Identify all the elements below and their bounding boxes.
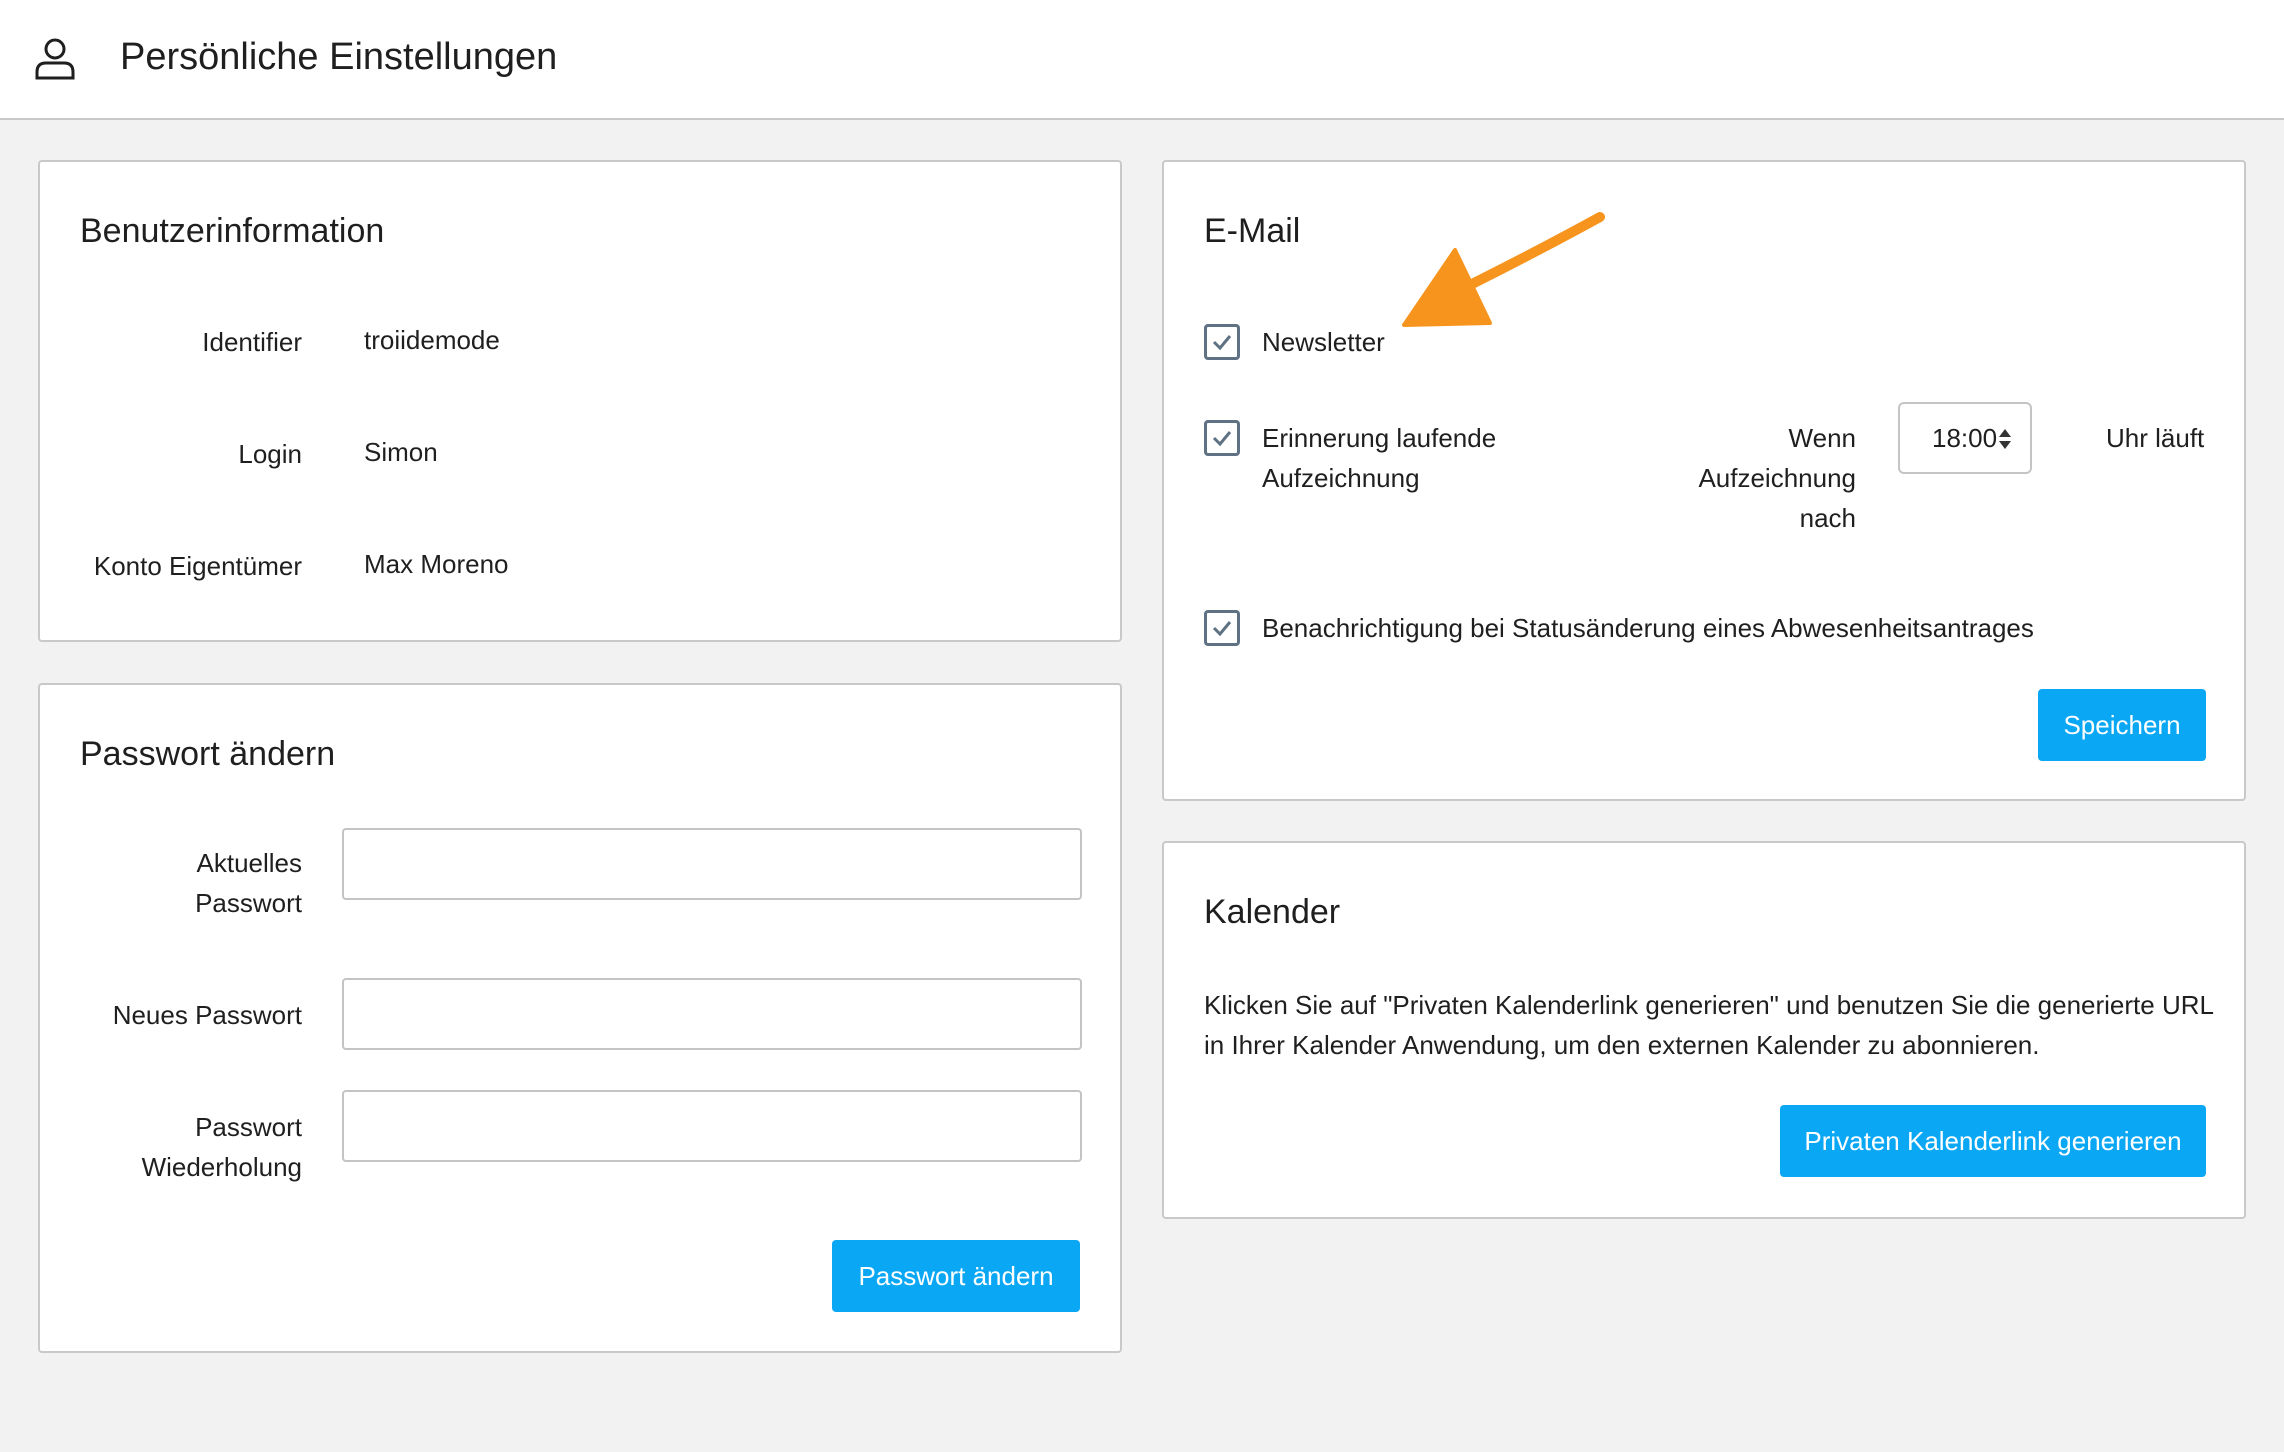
reminder-label-line1: Erinnerung laufende: [1262, 423, 1497, 453]
user-icon: [35, 38, 75, 80]
current-password-label: Aktuelles Passwort: [40, 843, 302, 923]
current-password-input[interactable]: [342, 828, 1082, 900]
calendar-description-line1: Klicken Sie auf "Privaten Kalenderlink g…: [1204, 990, 2214, 1020]
page-header: Persönliche Einstellungen: [0, 0, 2284, 120]
password-title: Passwort ändern: [80, 735, 336, 773]
reminder-when-line2: Aufzeichnung: [1698, 463, 1856, 493]
email-title: E-Mail: [1204, 212, 1301, 250]
calendar-title: Kalender: [1204, 893, 1341, 931]
password-card: Passwort ändern Aktuelles Passwort Neues…: [38, 683, 1122, 1353]
reminder-suffix: Uhr läuft: [2106, 423, 2205, 453]
new-password-input[interactable]: [342, 978, 1082, 1050]
reminder-checkbox[interactable]: [1204, 420, 1240, 456]
reminder-when-line1: Wenn: [1788, 423, 1856, 453]
reminder-label: Erinnerung laufende Aufzeichnung: [1262, 418, 1496, 498]
reminder-when-line3: nach: [1799, 503, 1856, 533]
calendar-description: Klicken Sie auf "Privaten Kalenderlink g…: [1204, 985, 2214, 1065]
page-title: Persönliche Einstellungen: [120, 36, 558, 78]
annotation-arrow-icon: [1402, 212, 1605, 327]
calendar-description-line2: in Ihrer Kalender Anwendung, um den exte…: [1204, 1030, 2040, 1060]
login-value: Simon: [364, 437, 438, 467]
newsletter-checkbox[interactable]: [1204, 324, 1240, 360]
generate-calendar-link-button[interactable]: Privaten Kalenderlink generieren: [1780, 1105, 2206, 1177]
repeat-password-label-line2: Wiederholung: [141, 1152, 302, 1182]
save-button[interactable]: Speichern: [2038, 689, 2206, 761]
select-arrows-icon: [1999, 429, 2011, 449]
reminder-time-value: 18:00: [1932, 423, 1998, 453]
repeat-password-label: Passwort Wiederholung: [40, 1107, 302, 1187]
email-card: E-Mail Newsletter Erinnerung laufende Au…: [1162, 160, 2246, 801]
repeat-password-input[interactable]: [342, 1090, 1082, 1162]
identifier-label: Identifier: [202, 327, 302, 357]
owner-value: Max Moreno: [364, 549, 509, 579]
current-password-label-line2: Passwort: [195, 888, 302, 918]
identifier-value: troiidemode: [364, 325, 500, 355]
newsletter-label: Newsletter: [1262, 327, 1385, 357]
reminder-when-label: Wenn Aufzeichnung nach: [1644, 418, 1856, 538]
reminder-label-line2: Aufzeichnung: [1262, 463, 1420, 493]
change-password-button[interactable]: Passwort ändern: [832, 1240, 1080, 1312]
reminder-time-select[interactable]: 18:00: [1898, 402, 2032, 474]
notification-checkbox[interactable]: [1204, 610, 1240, 646]
checkmark-icon: [1212, 621, 1232, 637]
new-password-label: Neues Passwort: [112, 1000, 302, 1030]
user-info-title: Benutzerinformation: [80, 212, 385, 250]
notification-label: Benachrichtigung bei Statusänderung eine…: [1262, 613, 2034, 643]
calendar-card: Kalender Klicken Sie auf "Privaten Kalen…: [1162, 841, 2246, 1219]
repeat-password-label-line1: Passwort: [195, 1112, 302, 1142]
current-password-label-line1: Aktuelles: [196, 848, 303, 878]
user-info-card: Benutzerinformation Identifier troiidemo…: [38, 160, 1122, 642]
owner-label: Konto Eigentümer: [93, 551, 302, 581]
login-label: Login: [238, 439, 302, 469]
checkmark-icon: [1212, 335, 1232, 351]
checkmark-icon: [1212, 431, 1232, 447]
